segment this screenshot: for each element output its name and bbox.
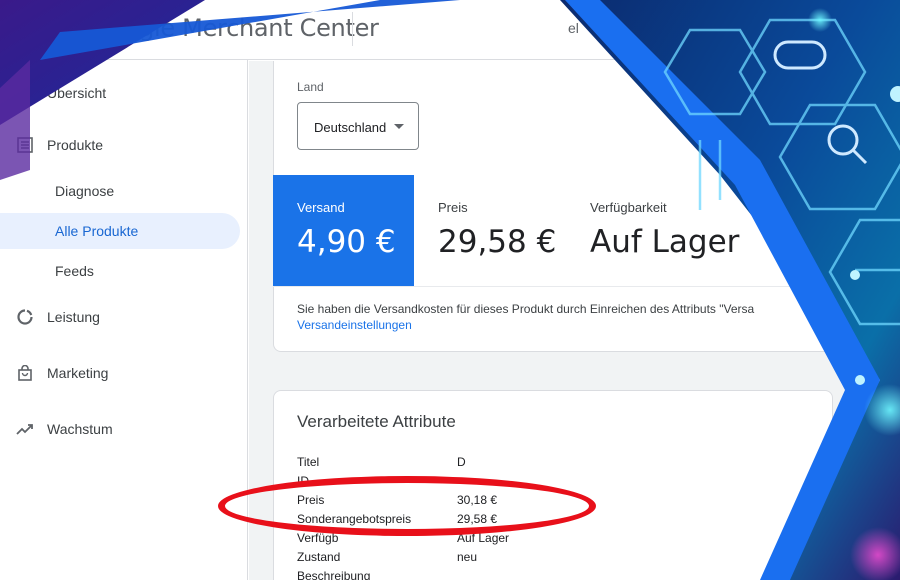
sidebar-item-all-products[interactable]: Alle Produkte [0,213,240,249]
sidebar-item-label: Leistung [47,309,100,325]
availability-label: Verfügbarkeit [590,200,667,215]
sidebar-item-diagnose[interactable]: Diagnose [0,173,240,209]
availability-value: Auf Lager [590,224,740,260]
sidebar-item-performance[interactable]: Leistung [0,299,240,335]
country-label: Land [297,80,324,94]
sidebar-item-label: Wachstum [47,421,113,437]
list-icon [16,136,34,154]
shipping-settings-link[interactable]: Versandeinstellungen [297,318,412,332]
sidebar-item-label: Produkte [47,137,104,153]
attribute-key: Beschreibung [297,569,371,580]
processed-attributes-title: Verarbeitete Attribute [297,412,456,431]
country-value: Deutschland [314,120,387,135]
red-highlight-ellipse [218,476,596,536]
sidebar-item-growth[interactable]: Wachstum [0,411,240,447]
overview-icon [16,84,34,102]
sidebar-item-label: Übersicht [47,85,107,101]
header-divider [352,12,353,46]
attribute-value: D [457,455,466,469]
trending-up-icon [16,420,34,438]
price-value: 29,58 € [438,224,557,260]
sidebar-item-overview[interactable]: Übersicht [0,75,240,111]
merchant-center-logo-icon [58,18,84,40]
attribute-key: Zustand [297,550,341,564]
shopping-bag-icon [16,364,34,382]
sidebar-item-label: Diagnose [55,183,115,199]
performance-icon [16,308,34,326]
sidebar-item-products[interactable]: Produkte [0,127,240,163]
attribute-row: Titel D [297,455,777,474]
app-header: Google Merchant Center el [0,0,900,60]
shipping-value: 4,90 € [297,224,396,260]
sidebar-item-label: Alle Produkte [55,223,139,239]
country-select[interactable]: Deutschland [297,102,419,150]
dropdown-arrow-icon [394,124,404,129]
sidebar-item-marketing[interactable]: Marketing [0,355,240,391]
sidebar-item-feeds[interactable]: Feeds [0,253,240,289]
app-title: Google Merchant Center [92,14,379,42]
header-text-fragment: el [568,20,579,36]
price-label: Preis [438,200,468,215]
sidebar-item-label: Marketing [47,365,109,381]
shipping-label: Versand [297,200,345,215]
sidebar-item-label: Feeds [55,263,94,279]
divider [273,286,833,287]
shipping-note: Sie haben die Versandkosten für dieses P… [297,302,755,316]
attribute-value: neu [457,550,478,564]
attribute-row: Zustand neu [297,550,777,569]
attribute-row: Beschreibung [297,569,777,580]
attribute-key: Titel [297,455,320,469]
